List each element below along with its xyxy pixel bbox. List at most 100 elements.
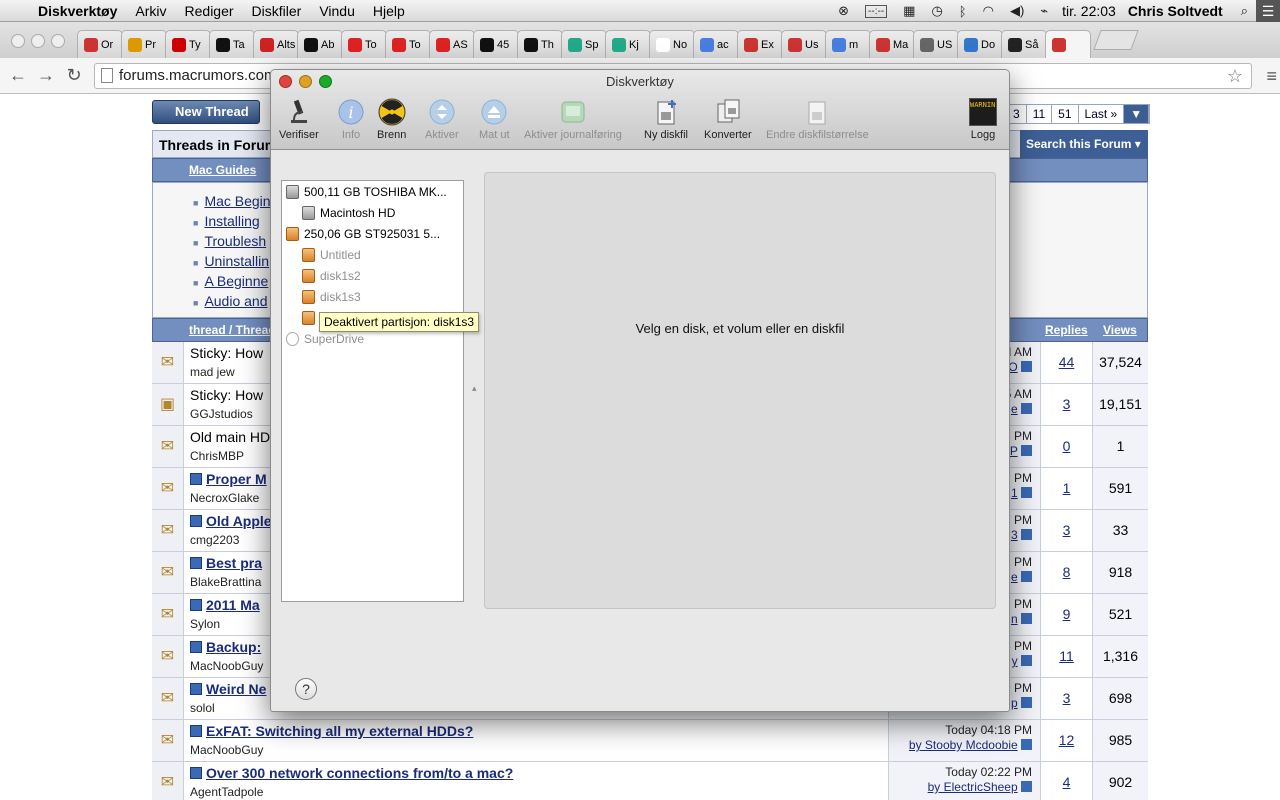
user-menu[interactable]: Chris Soltvedt: [1128, 3, 1223, 19]
browser-tab[interactable]: [1045, 30, 1091, 58]
thread-title[interactable]: Backup:: [190, 639, 261, 655]
disk-item[interactable]: 250,06 GB ST925031 5...: [286, 224, 440, 244]
menu-diskfiler[interactable]: Diskfiler: [252, 3, 302, 19]
replies-count[interactable]: 0: [1040, 426, 1092, 467]
thread-title[interactable]: Sticky: How: [190, 387, 263, 403]
replies-count[interactable]: 12: [1040, 720, 1092, 761]
thread-poster[interactable]: ChrisMBP: [190, 449, 244, 463]
browser-tab[interactable]: To: [341, 30, 387, 58]
thread-poster[interactable]: cmg2203: [190, 533, 239, 547]
guide-link[interactable]: Troublesh: [193, 233, 278, 253]
keyboard-icon[interactable]: ▦: [903, 3, 915, 19]
browser-tab[interactable]: Ty: [165, 30, 211, 58]
browser-tab[interactable]: To: [385, 30, 431, 58]
new-tab-button[interactable]: [1093, 30, 1139, 50]
replies-count[interactable]: 8: [1040, 552, 1092, 593]
guide-link[interactable]: Audio and: [193, 293, 278, 313]
replies-count[interactable]: 44: [1040, 342, 1092, 383]
volume-icon[interactable]: ◀): [1010, 3, 1024, 19]
page-11-link[interactable]: 11: [1027, 105, 1053, 123]
thread-title[interactable]: Over 300 network connections from/to a m…: [190, 765, 513, 781]
replies-count[interactable]: 9: [1040, 594, 1092, 635]
info-button[interactable]: i Info: [337, 98, 365, 141]
thread-title[interactable]: Sticky: How: [190, 345, 263, 361]
browser-tab[interactable]: Ta: [209, 30, 255, 58]
back-icon[interactable]: ←: [4, 65, 32, 86]
sort-views-link[interactable]: Views: [1103, 323, 1137, 337]
replies-count[interactable]: 3: [1040, 510, 1092, 551]
guide-link[interactable]: Mac Beginn: [193, 193, 278, 213]
convert-button[interactable]: Konverter: [704, 98, 752, 141]
guides-header-link[interactable]: Mac Guides: [189, 163, 256, 177]
last-post-author[interactable]: n: [1011, 612, 1018, 626]
volume-item[interactable]: disk1s3: [302, 287, 361, 307]
thread-title[interactable]: 2011 Ma: [190, 597, 260, 613]
last-post-author[interactable]: by Stooby Mcdoobie: [909, 738, 1018, 752]
resize-image-button[interactable]: Endre diskfilstørrelse: [766, 98, 869, 141]
page-51-link[interactable]: 51: [1052, 105, 1079, 123]
browser-tab[interactable]: No: [649, 30, 695, 58]
browser-tab[interactable]: Or: [77, 30, 123, 58]
sort-replies-link[interactable]: Replies: [1045, 323, 1088, 337]
new-thread-button[interactable]: New Thread: [152, 100, 260, 124]
battery-status[interactable]: --:--: [865, 4, 888, 18]
browser-tab[interactable]: Ex: [737, 30, 783, 58]
browser-tab[interactable]: 45: [473, 30, 519, 58]
verify-button[interactable]: Verifiser: [279, 98, 319, 141]
browser-tab[interactable]: Alts: [253, 30, 299, 58]
browser-tab[interactable]: Pr: [121, 30, 167, 58]
goto-post-icon[interactable]: [1021, 781, 1032, 792]
guide-link[interactable]: Installing: [193, 213, 278, 233]
menu-arkiv[interactable]: Arkiv: [135, 3, 166, 19]
browser-tab[interactable]: Ab: [297, 30, 343, 58]
browser-tab[interactable]: m: [825, 30, 871, 58]
thread-title[interactable]: Old main HD: [190, 429, 270, 445]
goto-post-icon[interactable]: [1021, 361, 1032, 372]
enable-journaling-button[interactable]: Aktiver journalføring: [524, 98, 622, 141]
last-post-author[interactable]: y: [1012, 654, 1018, 668]
eject-button[interactable]: Mat ut: [479, 98, 510, 141]
menu-vindu[interactable]: Vindu: [319, 3, 355, 19]
volume-item[interactable]: [302, 308, 320, 328]
disk-list[interactable]: 500,11 GB TOSHIBA MK... Macintosh HD 250,0…: [281, 180, 464, 602]
goto-post-icon[interactable]: [1021, 403, 1032, 414]
thread-title[interactable]: Old Apple: [190, 513, 272, 529]
thread-poster[interactable]: NecroxGlake: [190, 491, 259, 505]
browser-tab[interactable]: US: [913, 30, 959, 58]
menu-icon[interactable]: ≡: [1266, 64, 1277, 88]
last-post-author[interactable]: P: [1010, 444, 1018, 458]
search-forum-menu[interactable]: Search this Forum ▾: [1020, 130, 1148, 158]
replies-count[interactable]: 11: [1040, 636, 1092, 677]
goto-post-icon[interactable]: [1021, 613, 1032, 624]
sort-thread-link[interactable]: thread / Thread: [189, 323, 276, 337]
guide-link[interactable]: A Beginne: [193, 273, 278, 293]
forward-icon[interactable]: →: [32, 65, 60, 86]
goto-post-icon[interactable]: [1021, 655, 1032, 666]
volume-item[interactable]: Macintosh HD: [302, 203, 395, 223]
volume-item[interactable]: disk1s2: [302, 266, 361, 286]
thread-poster[interactable]: GGJstudios: [190, 407, 253, 421]
goto-post-icon[interactable]: [1021, 487, 1032, 498]
last-post-author[interactable]: e: [1011, 570, 1018, 584]
splitter-handle[interactable]: ▴: [472, 383, 477, 394]
dropbox-icon[interactable]: ⊗: [838, 3, 849, 19]
replies-count[interactable]: 4: [1040, 762, 1092, 800]
replies-count[interactable]: 3: [1040, 384, 1092, 425]
menubar-clock[interactable]: tir. 22:03: [1062, 3, 1116, 19]
disk-item-superdrive[interactable]: SuperDrive: [286, 329, 364, 349]
new-image-button[interactable]: Ny diskfil: [644, 98, 688, 141]
thread-title[interactable]: Proper M: [190, 471, 267, 487]
thread-poster[interactable]: Sylon: [190, 617, 220, 631]
help-button[interactable]: ?: [295, 678, 317, 700]
goto-post-icon[interactable]: [1021, 739, 1032, 750]
guide-link[interactable]: Uninstallin: [193, 253, 278, 273]
window-close-button[interactable]: [11, 34, 25, 48]
browser-tab[interactable]: Ma: [869, 30, 915, 58]
volume-item[interactable]: Untitled: [302, 245, 361, 265]
window-zoom-button[interactable]: [51, 34, 65, 48]
activity-icon[interactable]: ⌁: [1040, 3, 1048, 19]
bookmark-star-icon[interactable]: ☆: [1227, 64, 1243, 88]
browser-tab[interactable]: Do: [957, 30, 1003, 58]
bluetooth-icon[interactable]: ᛒ: [959, 4, 967, 19]
last-post-author[interactable]: e: [1011, 402, 1018, 416]
